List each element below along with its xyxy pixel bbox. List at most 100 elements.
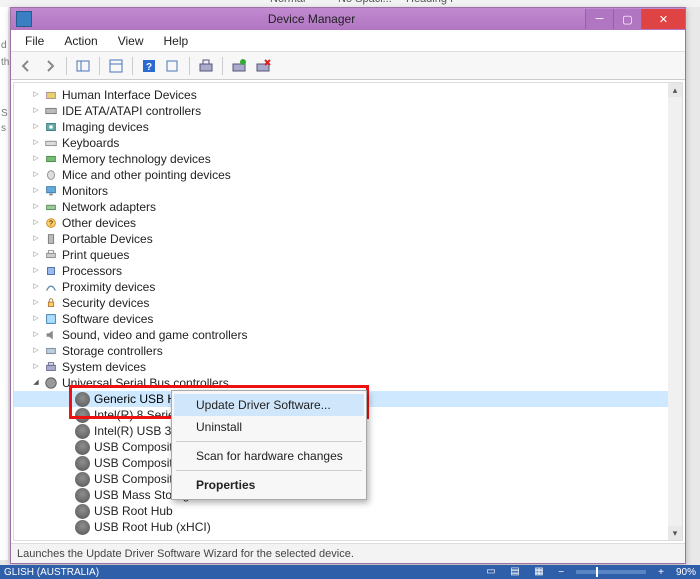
maximize-button[interactable]: ▢ [613,9,641,29]
expander-icon[interactable] [30,265,42,277]
tree-category[interactable]: Storage controllers [14,343,668,359]
expander-icon[interactable] [30,345,42,357]
usb-device-icon [75,424,90,439]
expander-icon[interactable] [62,473,74,485]
tree-node-label: Mice and other pointing devices [62,167,231,183]
expander-icon[interactable] [30,105,42,117]
ctx-properties[interactable]: Properties [174,474,364,496]
back-button[interactable] [15,55,37,77]
scan-hardware-button[interactable] [195,55,217,77]
tree-node-label: Monitors [62,183,108,199]
menu-action[interactable]: Action [54,31,107,51]
expander-icon[interactable] [62,409,74,421]
device-manager-window: Device Manager ─ ▢ ✕ File Action View He… [10,7,686,564]
update-driver-button[interactable] [228,55,250,77]
menu-view[interactable]: View [108,31,154,51]
tree-category[interactable]: IDE ATA/ATAPI controllers [14,103,668,119]
expander-icon[interactable] [62,441,74,453]
expander-icon[interactable] [30,281,42,293]
app-icon [16,11,32,27]
forward-button[interactable] [39,55,61,77]
expander-icon[interactable] [62,521,74,533]
tree-category[interactable]: Print queues [14,247,668,263]
expander-icon[interactable] [30,297,42,309]
expander-icon[interactable] [62,505,74,517]
expander-icon[interactable] [30,313,42,325]
export-button[interactable] [162,55,184,77]
zoom-in-button[interactable]: + [658,567,664,578]
tree-category[interactable]: Processors [14,263,668,279]
expander-icon[interactable] [30,249,42,261]
window-controls: ─ ▢ ✕ [585,9,685,29]
expander-icon[interactable] [30,233,42,245]
expander-icon[interactable] [30,185,42,197]
tree-category[interactable]: ?Other devices [14,215,668,231]
expander-icon[interactable] [30,121,42,133]
expander-icon[interactable] [30,169,42,181]
uninstall-device-button[interactable] [252,55,274,77]
network-icon [43,200,58,215]
print-layout-icon[interactable]: ▤ [510,566,522,578]
expander-icon[interactable] [30,361,42,373]
expander-icon[interactable] [30,153,42,165]
help-button[interactable]: ? [138,55,160,77]
zoom-out-button[interactable]: − [558,567,564,578]
usb-device-icon [75,440,90,455]
tree-category[interactable]: Security devices [14,295,668,311]
expander-icon[interactable] [62,457,74,469]
tree-category[interactable]: Proximity devices [14,279,668,295]
expander-icon[interactable] [30,137,42,149]
tree-category[interactable]: Human Interface Devices [14,87,668,103]
ctx-uninstall[interactable]: Uninstall [174,416,364,438]
tree-node-label: IDE ATA/ATAPI controllers [62,103,201,119]
scroll-down-button[interactable]: ▾ [668,526,682,540]
tree-category[interactable]: Keyboards [14,135,668,151]
tree-category[interactable]: Memory technology devices [14,151,668,167]
tree-node-label: Intel(R) USB 3.0 [94,423,181,439]
expander-icon[interactable] [62,489,74,501]
tree-node-label: Memory technology devices [62,151,211,167]
minimize-button[interactable]: ─ [585,9,613,29]
vertical-scrollbar[interactable]: ▴ ▾ [668,83,682,540]
system-icon [43,360,58,375]
expander-icon[interactable] [62,393,74,405]
scroll-up-button[interactable]: ▴ [668,83,682,97]
tree-usb-device[interactable]: USB Root Hub [14,503,668,519]
tree-node-label: Storage controllers [62,343,163,359]
expander-icon[interactable] [30,89,42,101]
tree-usb-device[interactable]: USB Root Hub (xHCI) [14,519,668,535]
word-statusbar-fragment: GLISH (AUSTRALIA) ▭ ▤ ▦ − + 90% [0,565,700,579]
tree-category[interactable]: Monitors [14,183,668,199]
zoom-slider[interactable] [576,570,646,574]
language-indicator[interactable]: GLISH (AUSTRALIA) [4,567,486,578]
read-mode-icon[interactable]: ▭ [486,566,498,578]
menu-file[interactable]: File [15,31,54,51]
tree-category[interactable]: System devices [14,359,668,375]
expander-icon[interactable] [30,377,42,389]
tree-category[interactable]: Portable Devices [14,231,668,247]
show-hide-tree-button[interactable] [72,55,94,77]
tree-category-usb[interactable]: Universal Serial Bus controllers [14,375,668,391]
ctx-scan[interactable]: Scan for hardware changes [174,445,364,467]
web-layout-icon[interactable]: ▦ [534,566,546,578]
ctx-update-driver[interactable]: Update Driver Software... [174,394,364,416]
tree-category[interactable]: Mice and other pointing devices [14,167,668,183]
menu-help[interactable]: Help [154,31,199,51]
tree-category[interactable]: Network adapters [14,199,668,215]
tree-category[interactable]: Imaging devices [14,119,668,135]
expander-icon[interactable] [62,425,74,437]
expander-icon[interactable] [30,201,42,213]
ctx-separator [176,470,362,471]
expander-icon[interactable] [30,217,42,229]
expander-icon[interactable] [30,329,42,341]
titlebar[interactable]: Device Manager ─ ▢ ✕ [11,8,685,30]
properties-button[interactable] [105,55,127,77]
tree-category[interactable]: Software devices [14,311,668,327]
ide-icon [43,104,58,119]
usb-device-icon [75,472,90,487]
ctx-separator [176,441,362,442]
close-button[interactable]: ✕ [641,9,685,29]
zoom-level[interactable]: 90% [676,567,696,578]
tree-category[interactable]: Sound, video and game controllers [14,327,668,343]
usb-device-icon [75,456,90,471]
